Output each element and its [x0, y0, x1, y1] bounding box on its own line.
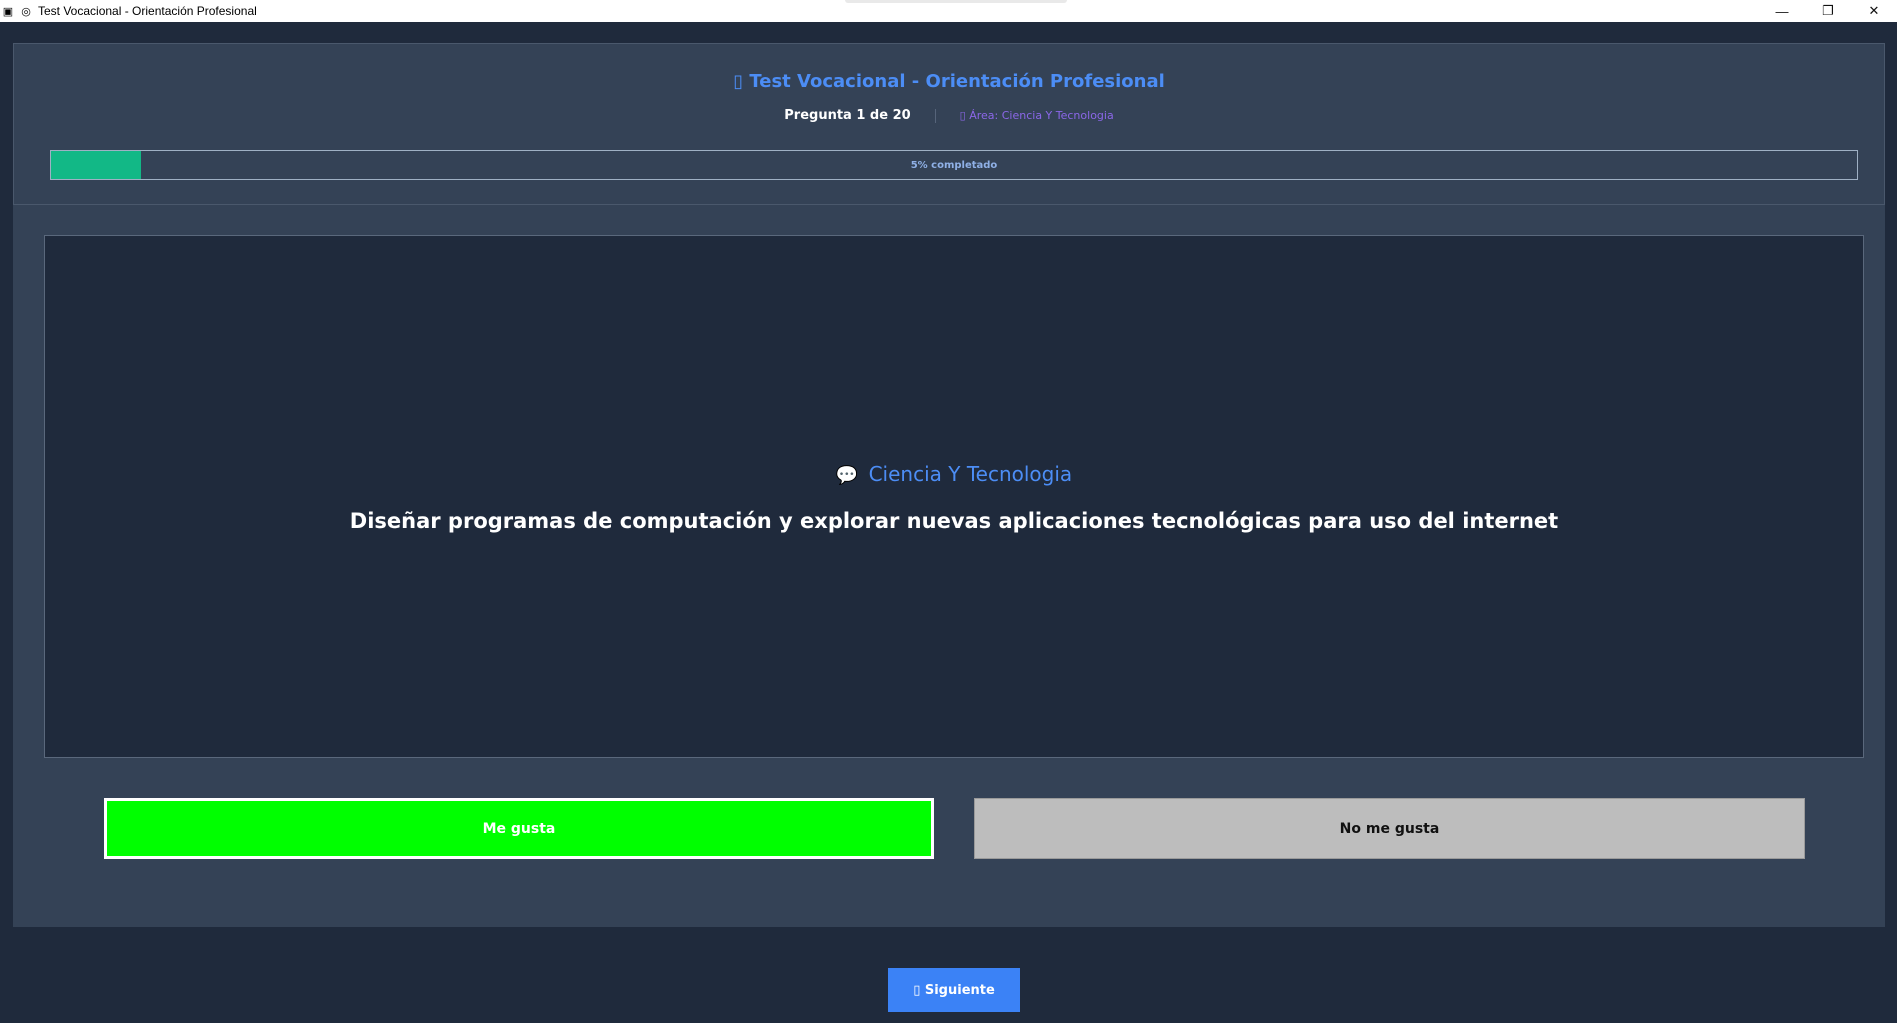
app-logo-icon: ◎ [21, 5, 31, 18]
area-label: ▯ Área: Ciencia Y Tecnologia [959, 109, 1114, 122]
speech-bubble-icon: 💬 [835, 465, 859, 486]
window-title: Test Vocacional - Orientación Profesiona… [38, 4, 257, 18]
close-icon[interactable]: ✕ [1851, 0, 1897, 22]
content-area: 💬 Ciencia Y Tecnologia Diseñar programas… [13, 205, 1885, 927]
progress-bar: 5% completado [50, 150, 1858, 180]
app-icon: ▣ [2, 5, 14, 18]
header-panel: ▯ Test Vocacional - Orientación Profesio… [13, 43, 1885, 205]
minimize-icon[interactable]: — [1759, 0, 1805, 22]
next-button[interactable]: ▯ Siguiente [888, 968, 1020, 1012]
question-meta: Pregunta 1 de 20 ▯ Área: Ciencia Y Tecno… [14, 108, 1884, 123]
category-label: Ciencia Y Tecnologia [868, 462, 1073, 486]
window-controls: — ❐ ✕ [1759, 0, 1897, 22]
question-category: 💬 Ciencia Y Tecnologia [45, 462, 1863, 486]
meta-divider [934, 108, 936, 123]
page-title: ▯ Test Vocacional - Orientación Profesio… [733, 71, 1165, 92]
titlebar-notch [845, 0, 1067, 3]
question-text: Diseñar programas de computación y explo… [349, 509, 1559, 533]
dislike-button[interactable]: No me gusta [974, 798, 1805, 859]
window-titlebar: ▣ ◎ Test Vocacional - Orientación Profes… [0, 0, 1897, 22]
question-card: 💬 Ciencia Y Tecnologia Diseñar programas… [44, 235, 1864, 758]
progress-label: 5% completado [910, 159, 998, 171]
question-counter: Pregunta 1 de 20 [784, 108, 911, 123]
like-button[interactable]: Me gusta [104, 798, 934, 859]
restore-icon[interactable]: ❐ [1805, 0, 1851, 22]
